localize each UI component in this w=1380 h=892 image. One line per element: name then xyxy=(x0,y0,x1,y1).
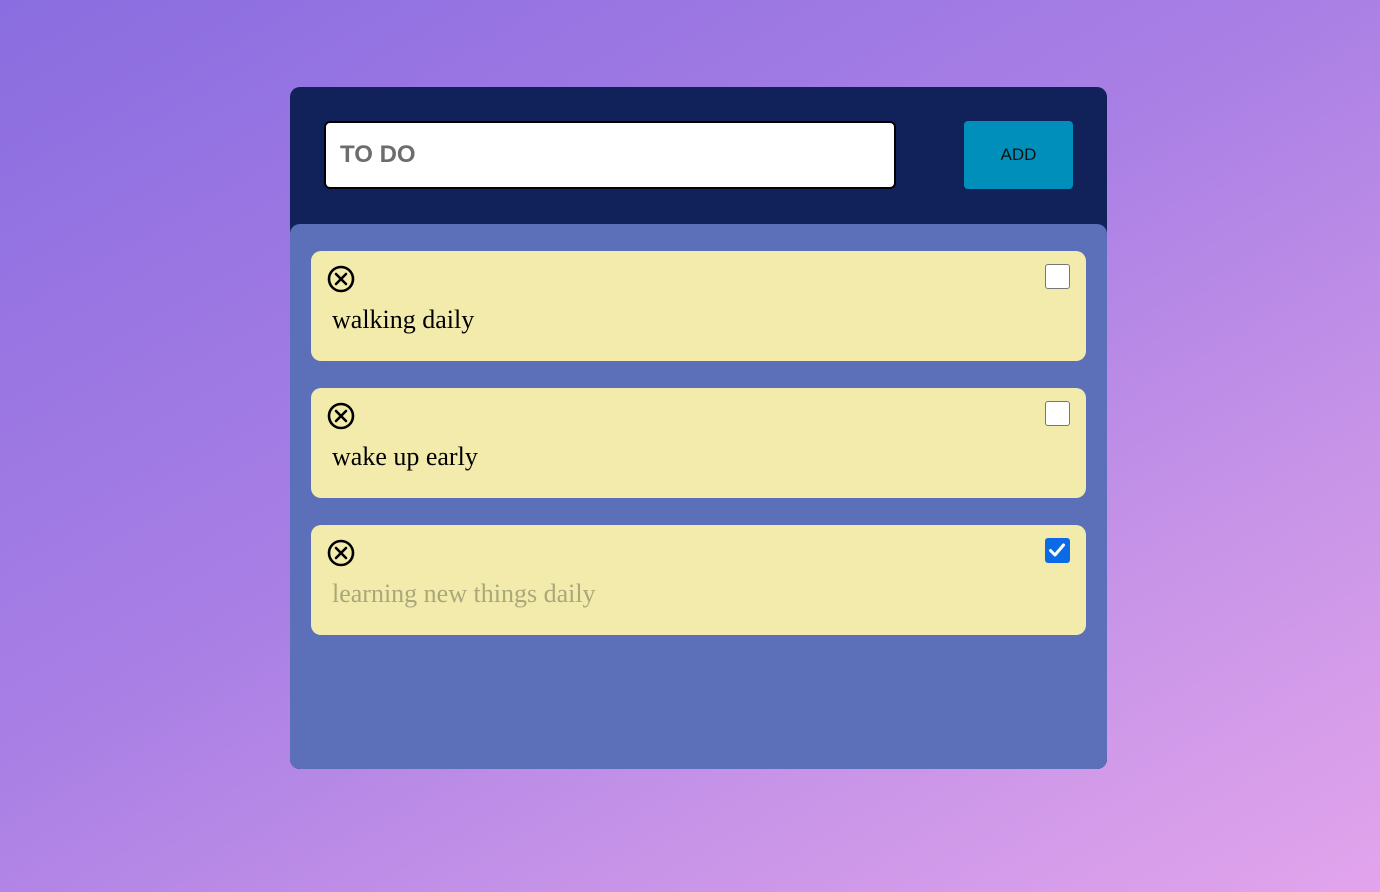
todo-text: walking daily xyxy=(332,305,475,334)
todo-input[interactable] xyxy=(324,121,896,189)
todo-item: wake up early xyxy=(311,388,1086,498)
delete-icon[interactable] xyxy=(327,402,355,430)
todo-done-checkbox[interactable] xyxy=(1045,401,1070,426)
todo-item: walking daily xyxy=(311,251,1086,361)
todo-done-checkbox[interactable] xyxy=(1045,264,1070,289)
todo-app: ADD walking daily wa xyxy=(290,87,1107,769)
checkmark-icon xyxy=(1049,543,1065,557)
todo-text: learning new things daily xyxy=(332,579,596,608)
todo-list: walking daily wake up early learning new… xyxy=(290,224,1107,769)
delete-icon[interactable] xyxy=(327,265,355,293)
todo-text: wake up early xyxy=(332,442,478,471)
delete-icon[interactable] xyxy=(327,539,355,567)
todo-done-checkbox[interactable] xyxy=(1045,538,1070,563)
todo-header: ADD xyxy=(290,87,1107,227)
todo-item: learning new things daily xyxy=(311,525,1086,635)
add-button[interactable]: ADD xyxy=(964,121,1073,189)
